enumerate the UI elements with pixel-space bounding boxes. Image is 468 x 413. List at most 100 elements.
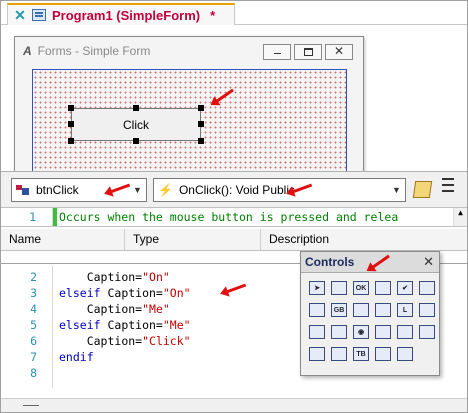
line-number: 3 xyxy=(30,286,37,300)
checkbox-tool-icon[interactable]: ✔ xyxy=(395,278,415,298)
grid-tool-icon[interactable]: GB xyxy=(329,300,349,320)
app-icon: A xyxy=(23,44,32,58)
keyword-token: elseif xyxy=(59,286,108,300)
resize-handle[interactable] xyxy=(68,105,74,111)
option-tool-icon[interactable]: ◉ xyxy=(351,322,371,342)
grid-tool-glyph: GB xyxy=(331,303,347,317)
option-tool-glyph: ◉ xyxy=(353,325,369,339)
click-button-control[interactable]: Click xyxy=(71,108,201,141)
modified-indicator: * xyxy=(210,7,216,23)
object-combo[interactable]: btnClick ▼ xyxy=(11,178,147,202)
pointer-tool-glyph: ➤ xyxy=(309,281,325,295)
combo-tool-icon[interactable] xyxy=(417,300,437,320)
document-tab-strip: ✕ Program1 (SimpleForm) * xyxy=(1,1,467,25)
form-document-icon xyxy=(32,9,46,21)
picture-tool-icon[interactable] xyxy=(351,300,371,320)
string-token: "Click" xyxy=(142,334,191,348)
minimize-button[interactable] xyxy=(263,44,291,60)
code-text: endif xyxy=(59,349,94,365)
tb-tool-icon[interactable]: TB xyxy=(351,344,371,364)
string-token: "Me" xyxy=(142,302,170,316)
line-number: 6 xyxy=(30,334,37,348)
pointer-tool-icon[interactable]: ➤ xyxy=(307,278,327,298)
resize-handle[interactable] xyxy=(68,121,74,127)
resize-handle[interactable] xyxy=(198,105,204,111)
scroll-up-icon[interactable]: ▲ xyxy=(453,208,467,226)
globe-tool-icon[interactable] xyxy=(307,322,327,342)
chevron-down-icon[interactable]: ▼ xyxy=(388,179,405,201)
hscroll-tool-glyph xyxy=(419,325,435,339)
bars-tool-icon[interactable] xyxy=(395,322,415,342)
form-tool-icon[interactable] xyxy=(329,278,349,298)
line-number: 5 xyxy=(30,318,37,332)
hscroll-tool-icon[interactable] xyxy=(417,322,437,342)
resize-handle[interactable] xyxy=(68,138,74,144)
resize-handle[interactable] xyxy=(133,105,139,111)
status-bar xyxy=(1,398,467,412)
image-tool-glyph xyxy=(375,281,391,295)
member-list-header: Name Type Description xyxy=(1,229,467,251)
pictures-tool-glyph xyxy=(375,303,391,317)
checkbox-tool-glyph: ✔ xyxy=(397,281,413,295)
identifier-token: Caption= xyxy=(86,302,143,316)
scroll-tool-icon[interactable] xyxy=(373,322,393,342)
line-number: 8 xyxy=(30,366,37,380)
tab-program1[interactable]: ✕ Program1 (SimpleForm) * xyxy=(7,3,235,25)
listbox-tool-glyph xyxy=(419,281,435,295)
palette-close-icon[interactable]: ✕ xyxy=(423,254,434,270)
window-buttons: ✕ xyxy=(263,44,353,60)
bars-tool-glyph xyxy=(397,325,413,339)
command-button-tool-icon[interactable]: OK xyxy=(351,278,371,298)
combo-tool-glyph xyxy=(419,303,435,317)
column-header-name[interactable]: Name xyxy=(1,229,125,250)
form-canvas[interactable]: Click xyxy=(32,69,347,177)
circle-tool-glyph xyxy=(375,347,391,361)
form-tool-glyph xyxy=(331,281,347,295)
data-tool-icon[interactable] xyxy=(395,344,415,364)
listbox-tool-icon[interactable] xyxy=(417,278,437,298)
resize-handle[interactable] xyxy=(198,138,204,144)
timer-tool-icon[interactable] xyxy=(307,344,327,364)
split-view-icon[interactable] xyxy=(442,178,454,202)
circle-tool-icon[interactable] xyxy=(373,344,393,364)
label-tool-glyph: L xyxy=(397,303,413,317)
maximize-button[interactable] xyxy=(294,44,322,60)
string-token: "Me" xyxy=(162,318,191,332)
close-button[interactable]: ✕ xyxy=(325,44,353,60)
identifier-token: Caption= xyxy=(86,334,143,348)
scroll-tool-glyph xyxy=(375,325,391,339)
column-header-type[interactable]: Type xyxy=(125,229,261,250)
minimize-icon xyxy=(274,53,281,54)
object-event-bar: btnClick ▼ ⚡ OnClick(): Void Public ▼ xyxy=(1,171,467,207)
keyword-token: endif xyxy=(59,350,94,364)
tabstrip-tool-icon[interactable] xyxy=(329,344,349,364)
object-combo-value: btnClick xyxy=(36,183,79,197)
identifier-token: Caption= xyxy=(86,270,143,284)
code-text: Caption="Me" xyxy=(59,301,170,317)
form-title: Forms - Simple Form xyxy=(37,44,151,58)
column-header-description[interactable]: Description xyxy=(261,229,467,250)
event-combo-value: OnClick(): Void Public xyxy=(178,183,295,197)
tab-close-icon[interactable]: ✕ xyxy=(14,7,26,24)
collapse-icon[interactable] xyxy=(23,405,39,406)
image-tool-icon[interactable] xyxy=(373,278,393,298)
label-tool-icon[interactable]: L xyxy=(395,300,415,320)
event-description-line: 1 Occurs when the mouse button is presse… xyxy=(1,207,467,227)
code-text: Caption="Click" xyxy=(59,333,191,349)
frame-tool-icon[interactable] xyxy=(329,322,349,342)
data-tool-glyph xyxy=(397,347,413,361)
event-combo[interactable]: ⚡ OnClick(): Void Public ▼ xyxy=(153,178,406,202)
code-text: Caption="On" xyxy=(59,269,170,285)
form-preview-window[interactable]: A Forms - Simple Form ✕ Click xyxy=(14,36,364,177)
resize-handle[interactable] xyxy=(133,138,139,144)
frame-tool-glyph xyxy=(331,325,347,339)
controls-palette[interactable]: Controls ✕ ➤ OK ✔ GB L ◉ TB xyxy=(300,251,440,376)
chevron-down-icon[interactable]: ▼ xyxy=(129,179,146,201)
code-text: elseif Caption="On" xyxy=(59,285,191,301)
timer-tool-glyph xyxy=(309,347,325,361)
notes-icon[interactable] xyxy=(412,181,433,198)
textbox-tool-icon[interactable] xyxy=(307,300,327,320)
pictures-tool-icon[interactable] xyxy=(373,300,393,320)
resize-handle[interactable] xyxy=(198,121,204,127)
form-designer[interactable]: A Forms - Simple Form ✕ Click xyxy=(1,26,467,177)
